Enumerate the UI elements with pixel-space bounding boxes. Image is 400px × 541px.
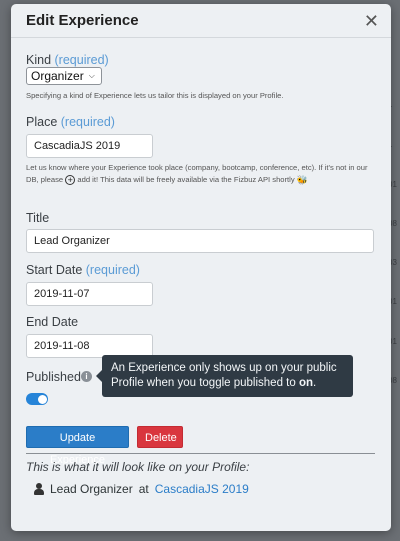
place-input[interactable]: CascadiaJS 2019: [26, 134, 153, 158]
add-place-icon[interactable]: +: [65, 175, 76, 185]
info-icon[interactable]: i: [81, 371, 92, 382]
place-help-text: Let us know where your Experience took p…: [26, 163, 368, 185]
published-label: Published: [26, 370, 81, 384]
update-experience-button[interactable]: Update Experience: [26, 426, 129, 466]
bee-icon: 🐝: [296, 175, 308, 185]
start-date-label: Start Date (required): [26, 263, 140, 277]
preview-caption: This is what it will look like on your P…: [26, 460, 250, 474]
delete-button[interactable]: Delete: [137, 426, 183, 448]
toggle-knob: [37, 394, 47, 404]
preview-at: at: [138, 482, 149, 496]
modal-header: Edit Experience ✕: [11, 4, 391, 38]
chevron-down-icon: ⌵: [88, 71, 95, 80]
title-input[interactable]: Lead Organizer: [26, 229, 374, 253]
profile-preview: Lead Organizer at CascadiaJS 2019: [34, 482, 249, 496]
start-date-input[interactable]: 2019-11-07: [26, 282, 153, 306]
divider: [26, 453, 375, 454]
end-date-label: End Date: [26, 315, 79, 329]
published-tooltip: An Experience only shows up on your publ…: [96, 355, 353, 397]
place-link[interactable]: CascadiaJS 2019: [155, 482, 249, 496]
person-icon: [34, 483, 44, 495]
kind-label: Kind (required): [26, 53, 109, 67]
kind-help-text: Specifying a kind of Experience lets us …: [26, 91, 284, 100]
edit-experience-modal: Edit Experience ✕ Kind (required) Organi…: [11, 4, 391, 531]
modal-title: Edit Experience: [26, 12, 139, 29]
close-icon[interactable]: ✕: [364, 12, 379, 30]
preview-role: Lead Organizer: [50, 482, 133, 496]
published-toggle[interactable]: [26, 393, 48, 405]
kind-select[interactable]: Organizer ⌵: [26, 67, 102, 85]
title-label: Title: [26, 211, 50, 225]
place-label: Place (required): [26, 115, 115, 129]
